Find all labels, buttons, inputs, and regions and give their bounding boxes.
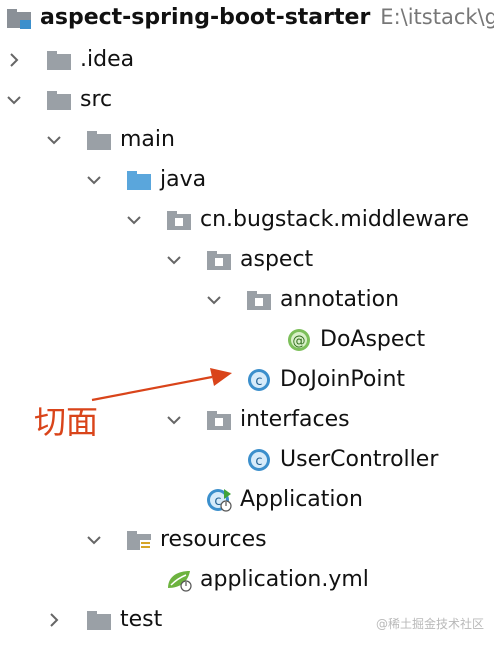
- tree-item-label: resources: [160, 527, 267, 552]
- tree-item-main[interactable]: main: [0, 120, 494, 160]
- package-icon: [246, 288, 272, 312]
- folder-icon: [86, 128, 112, 152]
- spring-boot-class-icon: c: [206, 488, 232, 512]
- tree-item-label: interfaces: [240, 407, 350, 432]
- tree-item-label: DoJoinPoint: [280, 367, 406, 392]
- project-folder-icon: [6, 6, 32, 30]
- tree-item-do-aspect[interactable]: @ DoAspect: [0, 320, 494, 360]
- chevron-down-icon[interactable]: [6, 92, 22, 108]
- tree-item-label: src: [80, 87, 113, 112]
- project-name: aspect-spring-boot-starter: [40, 5, 371, 30]
- tree-item-label: test: [120, 607, 163, 632]
- tree-item-annotation[interactable]: annotation: [0, 280, 494, 320]
- chevron-down-icon[interactable]: [166, 252, 182, 268]
- tree-item-src[interactable]: src: [0, 80, 494, 120]
- tree-item-application-yml[interactable]: application.yml: [0, 560, 494, 600]
- chevron-right-icon[interactable]: [6, 52, 22, 68]
- project-root-row[interactable]: aspect-spring-boot-starter E:\itstack\g: [0, 0, 494, 40]
- tree-item-label: annotation: [280, 287, 400, 312]
- tree-item-label: Application: [240, 487, 363, 512]
- tree-item-package[interactable]: cn.bugstack.middleware: [0, 200, 494, 240]
- tree-item-label: DoAspect: [320, 327, 426, 352]
- chevron-down-icon[interactable]: [86, 172, 102, 188]
- watermark: @稀土掘金技术社区: [375, 617, 484, 631]
- class-icon: c: [246, 448, 272, 472]
- tree-item-label: .idea: [80, 47, 135, 72]
- project-path: E:\itstack\g: [380, 5, 494, 29]
- tree-item-label: cn.bugstack.middleware: [200, 207, 469, 232]
- tree-item-resources[interactable]: resources: [0, 520, 494, 560]
- chevron-down-icon[interactable]: [86, 532, 102, 548]
- tree-item-aspect[interactable]: aspect: [0, 240, 494, 280]
- tree-item-application[interactable]: c Application: [0, 480, 494, 520]
- package-icon: [206, 248, 232, 272]
- tree-item-do-join-point[interactable]: c DoJoinPoint: [0, 360, 494, 400]
- folder-icon: [46, 88, 72, 112]
- chevron-down-icon[interactable]: [126, 212, 142, 228]
- package-icon: [166, 208, 192, 232]
- svg-text:c: c: [255, 374, 262, 389]
- tree-item-idea[interactable]: .idea: [0, 40, 494, 80]
- chevron-down-icon[interactable]: [46, 132, 62, 148]
- spring-config-file-icon: [166, 568, 192, 592]
- resources-folder-icon: [126, 528, 152, 552]
- chevron-down-icon[interactable]: [166, 412, 182, 428]
- tree-item-label: main: [120, 127, 175, 152]
- svg-text:@: @: [293, 334, 306, 349]
- svg-text:c: c: [255, 454, 262, 469]
- tree-item-label: aspect: [240, 247, 314, 272]
- chevron-right-icon[interactable]: [46, 612, 62, 628]
- annotation-label: 切面: [34, 403, 99, 441]
- package-icon: [206, 408, 232, 432]
- chevron-down-icon[interactable]: [206, 292, 222, 308]
- source-folder-icon: [126, 168, 152, 192]
- class-icon: c: [246, 368, 272, 392]
- annotation-type-icon: @: [286, 328, 312, 352]
- tree-item-user-controller[interactable]: c UserController: [0, 440, 494, 480]
- tree-item-label: java: [160, 167, 207, 192]
- tree-item-java[interactable]: java: [0, 160, 494, 200]
- folder-icon: [46, 48, 72, 72]
- tree-item-label: application.yml: [200, 567, 369, 592]
- folder-icon: [86, 608, 112, 632]
- tree-item-label: UserController: [280, 447, 439, 472]
